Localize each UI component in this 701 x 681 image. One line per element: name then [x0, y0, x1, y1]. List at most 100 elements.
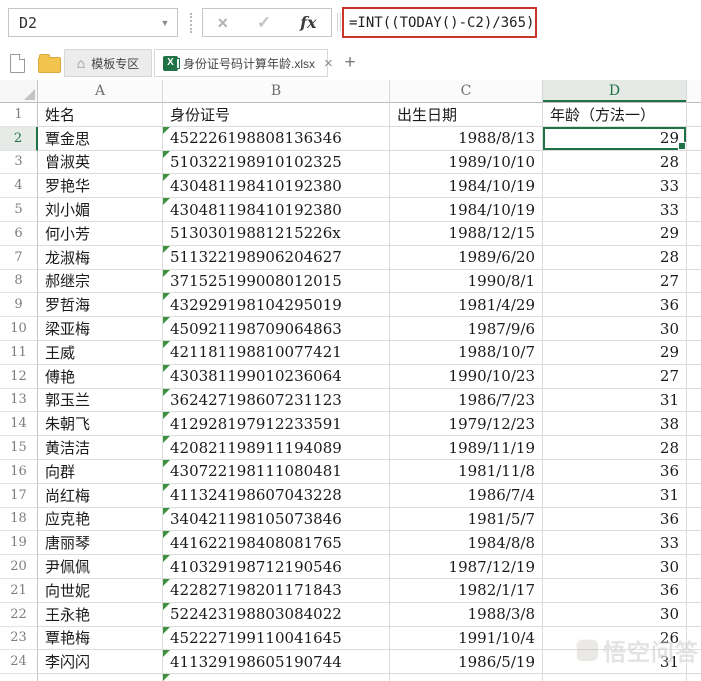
cell-age[interactable]: 29: [543, 126, 687, 151]
open-folder-icon[interactable]: [38, 54, 61, 73]
cell-empty[interactable]: [687, 459, 701, 484]
row-header[interactable]: 20: [0, 555, 38, 579]
cell-empty[interactable]: [687, 126, 701, 151]
cell-id[interactable]: 430481198410192380: [163, 198, 390, 222]
cell-empty[interactable]: [687, 555, 701, 579]
cell-id[interactable]: 452226198808136346: [163, 126, 390, 151]
row-header[interactable]: [0, 674, 38, 681]
cell-name[interactable]: 梁亚梅: [38, 317, 163, 341]
cell-birthdate[interactable]: 1990/8/1: [390, 269, 543, 294]
cell-id[interactable]: 371525199008012015: [163, 269, 390, 294]
cell-empty[interactable]: [687, 531, 701, 556]
cell-name[interactable]: 罗艳华: [38, 174, 163, 199]
row-header[interactable]: 24: [0, 650, 38, 675]
row-header[interactable]: 16: [0, 459, 38, 484]
cell-age[interactable]: 27: [543, 269, 687, 294]
cell-empty[interactable]: [687, 340, 701, 365]
row-header[interactable]: 11: [0, 340, 38, 365]
cell-name[interactable]: 曾淑英: [38, 150, 163, 175]
cell-name[interactable]: 应克艳: [38, 507, 163, 532]
column-header-a[interactable]: A: [38, 80, 163, 103]
cell-age[interactable]: 31: [543, 483, 687, 508]
cell-age[interactable]: 30: [543, 317, 687, 341]
cell-empty[interactable]: [687, 578, 701, 603]
new-tab-button[interactable]: +: [338, 49, 362, 77]
cell-birthdate[interactable]: 1988/8/13: [390, 126, 543, 151]
cell-id[interactable]: [163, 674, 390, 681]
cell-empty[interactable]: [687, 269, 701, 294]
cell-empty[interactable]: [687, 602, 701, 627]
close-tab-icon[interactable]: ×: [320, 56, 333, 71]
cell-birthdate[interactable]: 1988/3/8: [390, 602, 543, 627]
row-header[interactable]: 6: [0, 221, 38, 246]
row-header[interactable]: 10: [0, 317, 38, 341]
cell-birthdate-header[interactable]: 出生日期: [390, 103, 543, 127]
cell-age[interactable]: 26: [543, 626, 687, 651]
cell-age[interactable]: 28: [543, 245, 687, 270]
cell-name[interactable]: 朱朝飞: [38, 412, 163, 437]
cell-age[interactable]: 27: [543, 364, 687, 389]
cell-id[interactable]: 412928197912233591: [163, 412, 390, 437]
cell-id[interactable]: 510322198910102325: [163, 150, 390, 175]
cell-birthdate[interactable]: 1988/12/15: [390, 221, 543, 246]
cell-name[interactable]: 尚红梅: [38, 483, 163, 508]
cell-age[interactable]: 28: [543, 150, 687, 175]
cell-age[interactable]: 30: [543, 602, 687, 627]
cell-id[interactable]: 450921198709064863: [163, 317, 390, 341]
cell-id[interactable]: 432929198104295019: [163, 293, 390, 318]
cell-id[interactable]: 430381199010236064: [163, 364, 390, 389]
cell-id[interactable]: 511322198906204627: [163, 245, 390, 270]
cell-birthdate[interactable]: 1984/10/19: [390, 174, 543, 199]
confirm-icon[interactable]: ✓: [257, 14, 271, 31]
cell-id[interactable]: 422827198201171843: [163, 578, 390, 603]
cell-id[interactable]: 430722198111080481: [163, 459, 390, 484]
row-header[interactable]: 12: [0, 364, 38, 389]
cell-birthdate[interactable]: 1987/9/6: [390, 317, 543, 341]
cell-name[interactable]: 唐丽琴: [38, 531, 163, 556]
cell-empty[interactable]: [687, 245, 701, 270]
cell-name[interactable]: 刘小媚: [38, 198, 163, 222]
cell-id[interactable]: 430481198410192380: [163, 174, 390, 199]
cell-id[interactable]: 51303019881215226x: [163, 221, 390, 246]
cell-empty[interactable]: [687, 174, 701, 199]
tab-template-zone[interactable]: ⌂ 模板专区: [64, 49, 152, 77]
cell-birthdate[interactable]: 1979/12/23: [390, 412, 543, 437]
cell-empty[interactable]: [687, 436, 701, 460]
column-header-b[interactable]: B: [163, 80, 390, 103]
insert-function-icon[interactable]: fx: [300, 13, 316, 32]
cell-name[interactable]: 郭玉兰: [38, 388, 163, 413]
cell-birthdate[interactable]: 1986/5/19: [390, 650, 543, 675]
cell-age[interactable]: 31: [543, 388, 687, 413]
cell-birthdate[interactable]: 1989/11/19: [390, 436, 543, 460]
cell-name[interactable]: 郝继宗: [38, 269, 163, 294]
row-header[interactable]: 14: [0, 412, 38, 437]
cell-birthdate[interactable]: 1982/1/17: [390, 578, 543, 603]
cell-id[interactable]: 340421198105073846: [163, 507, 390, 532]
cell-birthdate[interactable]: 1986/7/23: [390, 388, 543, 413]
row-header[interactable]: 23: [0, 626, 38, 651]
row-header[interactable]: 13: [0, 388, 38, 413]
cell-name[interactable]: 覃艳梅: [38, 626, 163, 651]
cell-name[interactable]: [38, 674, 163, 681]
cell-age[interactable]: 33: [543, 198, 687, 222]
row-header[interactable]: 2: [0, 126, 38, 151]
cell-birthdate[interactable]: [390, 674, 543, 681]
cell-id[interactable]: 411329198605190744: [163, 650, 390, 675]
cell-age-header[interactable]: 年龄（方法一）: [543, 103, 687, 127]
row-header[interactable]: 1: [0, 103, 38, 127]
column-header-c[interactable]: C: [390, 80, 543, 103]
cell-name[interactable]: 王威: [38, 340, 163, 365]
row-header[interactable]: 21: [0, 578, 38, 603]
name-box[interactable]: D2 ▼: [8, 8, 178, 37]
cell-name[interactable]: 傅艳: [38, 364, 163, 389]
cell-age[interactable]: [543, 674, 687, 681]
row-header[interactable]: 4: [0, 174, 38, 199]
cell-empty[interactable]: [687, 507, 701, 532]
cell-id-header[interactable]: 身份证号: [163, 103, 390, 127]
cell-age[interactable]: 36: [543, 293, 687, 318]
cell-age[interactable]: 33: [543, 531, 687, 556]
cell-id[interactable]: 411324198607043228: [163, 483, 390, 508]
cell-age[interactable]: 29: [543, 221, 687, 246]
cell-birthdate[interactable]: 1981/11/8: [390, 459, 543, 484]
cell-empty[interactable]: [687, 221, 701, 246]
